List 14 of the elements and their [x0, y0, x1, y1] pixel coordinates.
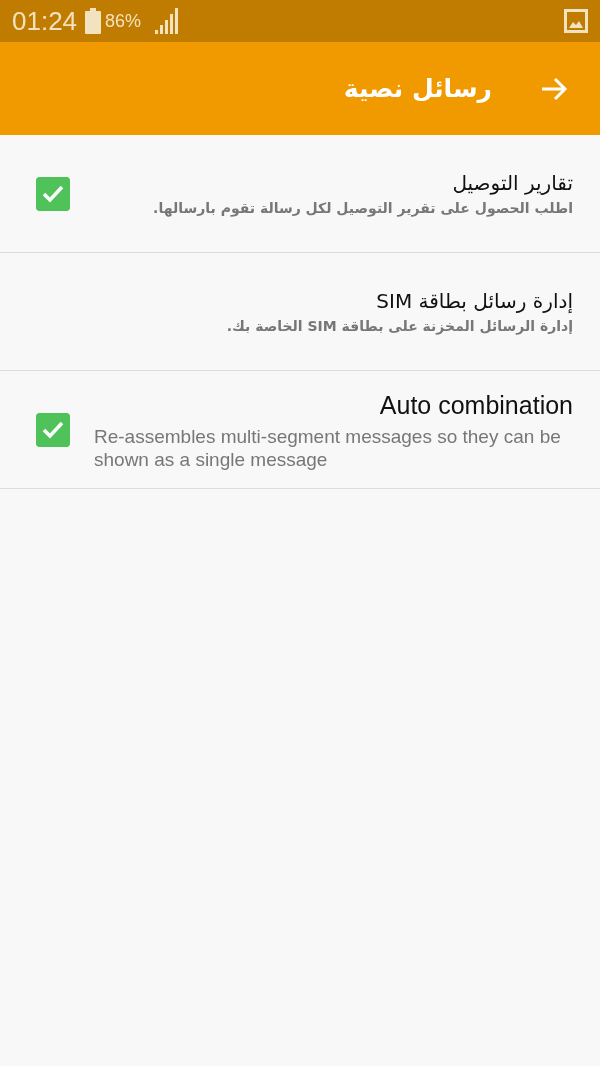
- battery-icon: [85, 8, 102, 34]
- setting-description: إدارة الرسائل المخزنة على بطاقة SIM الخاصة بك.: [225, 317, 573, 337]
- clock-time: 01:24: [12, 4, 78, 38]
- checkbox[interactable]: [36, 176, 70, 211]
- back-arrow-icon[interactable]: [540, 76, 568, 101]
- setting-title[interactable]: إدارة رسائل بطاقة SIM: [36, 286, 573, 316]
- screen-title: رسائل نصية: [343, 72, 492, 105]
- setting-title[interactable]: تقارير التوصيل: [94, 168, 573, 198]
- setting-description: اطلب الحصول على تقرير التوصيل لكل رسالة تقوم بارسالها.: [152, 199, 573, 219]
- setting-title[interactable]: Auto combination: [94, 387, 573, 425]
- image-icon: [564, 9, 588, 33]
- setting-description: Re-assembles multi-segment messages so they can be shown as a single message: [94, 424, 562, 472]
- checkbox[interactable]: [36, 412, 70, 447]
- battery-percent: 86%: [105, 9, 142, 33]
